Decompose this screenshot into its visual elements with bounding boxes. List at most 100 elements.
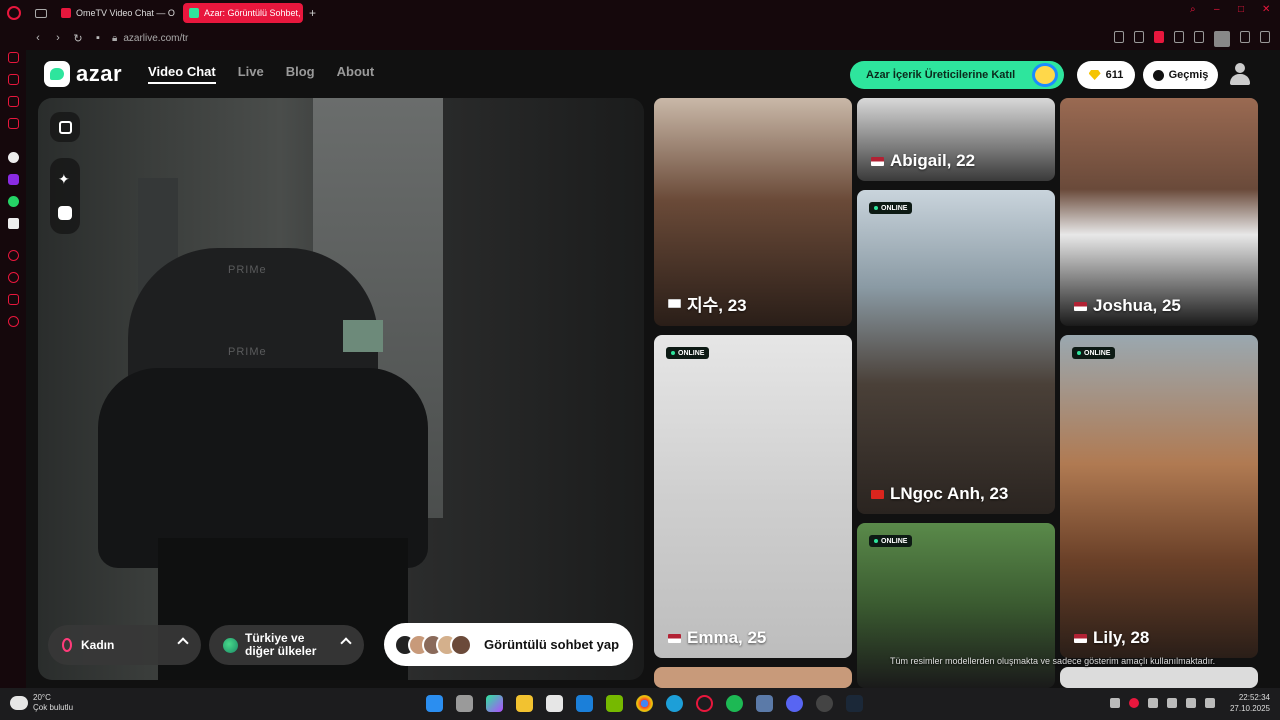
aria-ai-icon[interactable] xyxy=(8,152,19,163)
creator-join-button[interactable]: Azar İçerik Üreticilerine Katıl xyxy=(850,61,1064,89)
user-avatars xyxy=(394,633,478,656)
profile-card[interactable]: Abigail, 22 xyxy=(857,98,1055,181)
profile-card[interactable]: Joshua, 25 xyxy=(1060,98,1258,326)
profile-card[interactable]: ONLINE Emma, 25 xyxy=(654,335,852,658)
tab-ometv[interactable]: OmeTV Video Chat — Ome xyxy=(55,3,175,23)
battery-icon[interactable] xyxy=(1204,698,1215,708)
news-icon[interactable] xyxy=(8,118,19,129)
microphone-icon[interactable] xyxy=(1147,698,1158,708)
opera-logo-icon[interactable] xyxy=(7,6,21,20)
chevron-up-icon[interactable] xyxy=(1109,698,1120,708)
history-button[interactable]: Geçmiş xyxy=(1143,61,1218,89)
region-filter-button[interactable]: Türkiye ve diğer ülkeler xyxy=(209,625,364,665)
chrome-icon[interactable] xyxy=(636,695,653,712)
whatsapp-icon[interactable] xyxy=(8,196,19,207)
nav-blog[interactable]: Blog xyxy=(286,64,315,84)
profile-name-age: Joshua, 25 xyxy=(1093,296,1181,315)
profile-card[interactable]: ONLINE LNgọc Anh, 23 xyxy=(857,190,1055,514)
profile-card[interactable]: ONLINE Lily, 28 xyxy=(1060,335,1258,658)
history-icon[interactable] xyxy=(8,272,19,283)
weather-condition: Çok bulutlu xyxy=(33,703,74,712)
extensions-icon[interactable] xyxy=(8,294,19,305)
back-icon[interactable]: ‹ xyxy=(30,32,46,44)
fullscreen-toggle-button[interactable] xyxy=(50,112,80,142)
heart-icon[interactable] xyxy=(1194,31,1204,43)
browser-tab-strip: OmeTV Video Chat — Ome Azar: Görüntülü S… xyxy=(0,0,1280,26)
chair-brand-label: PRIMe xyxy=(228,346,267,358)
face-filter-icon[interactable] xyxy=(58,206,72,220)
nav-live[interactable]: Live xyxy=(238,64,264,84)
system-tray: 22:52:34 27.10.2025 xyxy=(1109,692,1270,714)
opera-icon[interactable] xyxy=(696,695,713,712)
close-icon[interactable]: ✕ xyxy=(1262,5,1272,15)
music-icon[interactable] xyxy=(8,250,19,261)
tv-icon[interactable] xyxy=(8,96,19,107)
profile-caption: Joshua, 25 xyxy=(1074,296,1181,316)
gem-balance-button[interactable]: 611 xyxy=(1077,61,1135,89)
creator-join-label: Azar İçerik Üreticilerine Katıl xyxy=(866,69,1016,81)
opera-gx-icon[interactable] xyxy=(816,695,833,712)
gender-filter-button[interactable]: Kadın xyxy=(48,625,201,665)
bookmark-icon[interactable] xyxy=(1114,31,1124,43)
forward-icon[interactable]: › xyxy=(50,32,66,44)
snapshot-icon[interactable] xyxy=(1134,31,1144,43)
x-icon[interactable] xyxy=(8,218,19,229)
user-profile-icon[interactable] xyxy=(1230,63,1250,85)
region-filter-line2: diğer ülkeler xyxy=(245,644,317,658)
main-nav: Video Chat Live Blog About xyxy=(148,64,374,84)
search-icon[interactable]: ⌕ xyxy=(1190,5,1200,15)
mail-icon[interactable] xyxy=(576,695,593,712)
vpn-icon[interactable] xyxy=(1154,31,1164,43)
maximize-icon[interactable]: □ xyxy=(1238,5,1248,15)
home-icon[interactable] xyxy=(8,74,19,85)
sparkle-effects-icon[interactable]: ✦ xyxy=(58,172,72,186)
tray-app-icon[interactable] xyxy=(1128,698,1139,708)
url-field[interactable]: 🔒︎ azarlive.com/tr xyxy=(112,33,188,44)
nvidia-icon[interactable] xyxy=(606,695,623,712)
weather-widget[interactable]: 20°C Çok bulutlu xyxy=(10,693,73,713)
clock-widget[interactable]: 22:52:34 27.10.2025 xyxy=(1230,692,1270,714)
spotify-icon[interactable] xyxy=(726,695,743,712)
menu-icon[interactable] xyxy=(1260,31,1270,43)
settings-icon[interactable] xyxy=(8,316,19,327)
start-video-chat-button[interactable]: Görüntülü sohbet yap xyxy=(384,623,633,666)
twitch-icon[interactable] xyxy=(8,174,19,185)
clock-icon xyxy=(1152,69,1164,81)
tab-azar[interactable]: Azar: Görüntülü Sohbet, Y xyxy=(183,3,303,23)
edge-icon[interactable] xyxy=(666,695,683,712)
start-icon[interactable] xyxy=(426,695,443,712)
profile-avatar-icon[interactable] xyxy=(1214,31,1230,47)
online-badge: ONLINE xyxy=(869,535,913,547)
time: 22:52:34 xyxy=(1238,693,1270,702)
store-icon[interactable] xyxy=(546,695,563,712)
region-filter-label: Türkiye ve diğer ülkeler xyxy=(245,632,316,658)
lock-icon: 🔒︎ xyxy=(112,32,118,44)
steam-icon[interactable] xyxy=(846,695,863,712)
copilot-icon[interactable] xyxy=(486,695,503,712)
task-view-icon[interactable] xyxy=(456,695,473,712)
download-icon[interactable] xyxy=(1240,31,1250,43)
aria-icon[interactable] xyxy=(8,52,19,63)
reload-icon[interactable]: ↻ xyxy=(70,32,86,45)
profile-card[interactable]: 지수, 23 xyxy=(654,98,852,326)
wifi-icon[interactable] xyxy=(1166,698,1177,708)
profile-name-age: Abigail, 22 xyxy=(890,151,976,170)
profile-card[interactable] xyxy=(1060,667,1258,688)
send-icon[interactable] xyxy=(1174,31,1184,43)
nav-video-chat[interactable]: Video Chat xyxy=(148,64,216,84)
us-flag-icon xyxy=(1074,633,1087,643)
profile-card[interactable] xyxy=(654,667,852,688)
gem-count: 611 xyxy=(1105,69,1124,81)
app-icon[interactable] xyxy=(756,695,773,712)
azar-logo[interactable]: azar xyxy=(44,61,122,87)
file-explorer-icon[interactable] xyxy=(516,695,533,712)
new-tab-button[interactable]: + xyxy=(309,6,316,20)
camera-permission-icon[interactable]: ▪ xyxy=(90,32,106,44)
nav-about[interactable]: About xyxy=(337,64,375,84)
workspaces-icon[interactable] xyxy=(35,8,47,18)
camera-effects-group: ✦ xyxy=(50,158,80,234)
volume-icon[interactable] xyxy=(1185,698,1196,708)
ometv-favicon-icon xyxy=(61,8,71,18)
discord-icon[interactable] xyxy=(786,695,803,712)
minimize-icon[interactable]: – xyxy=(1214,5,1224,15)
